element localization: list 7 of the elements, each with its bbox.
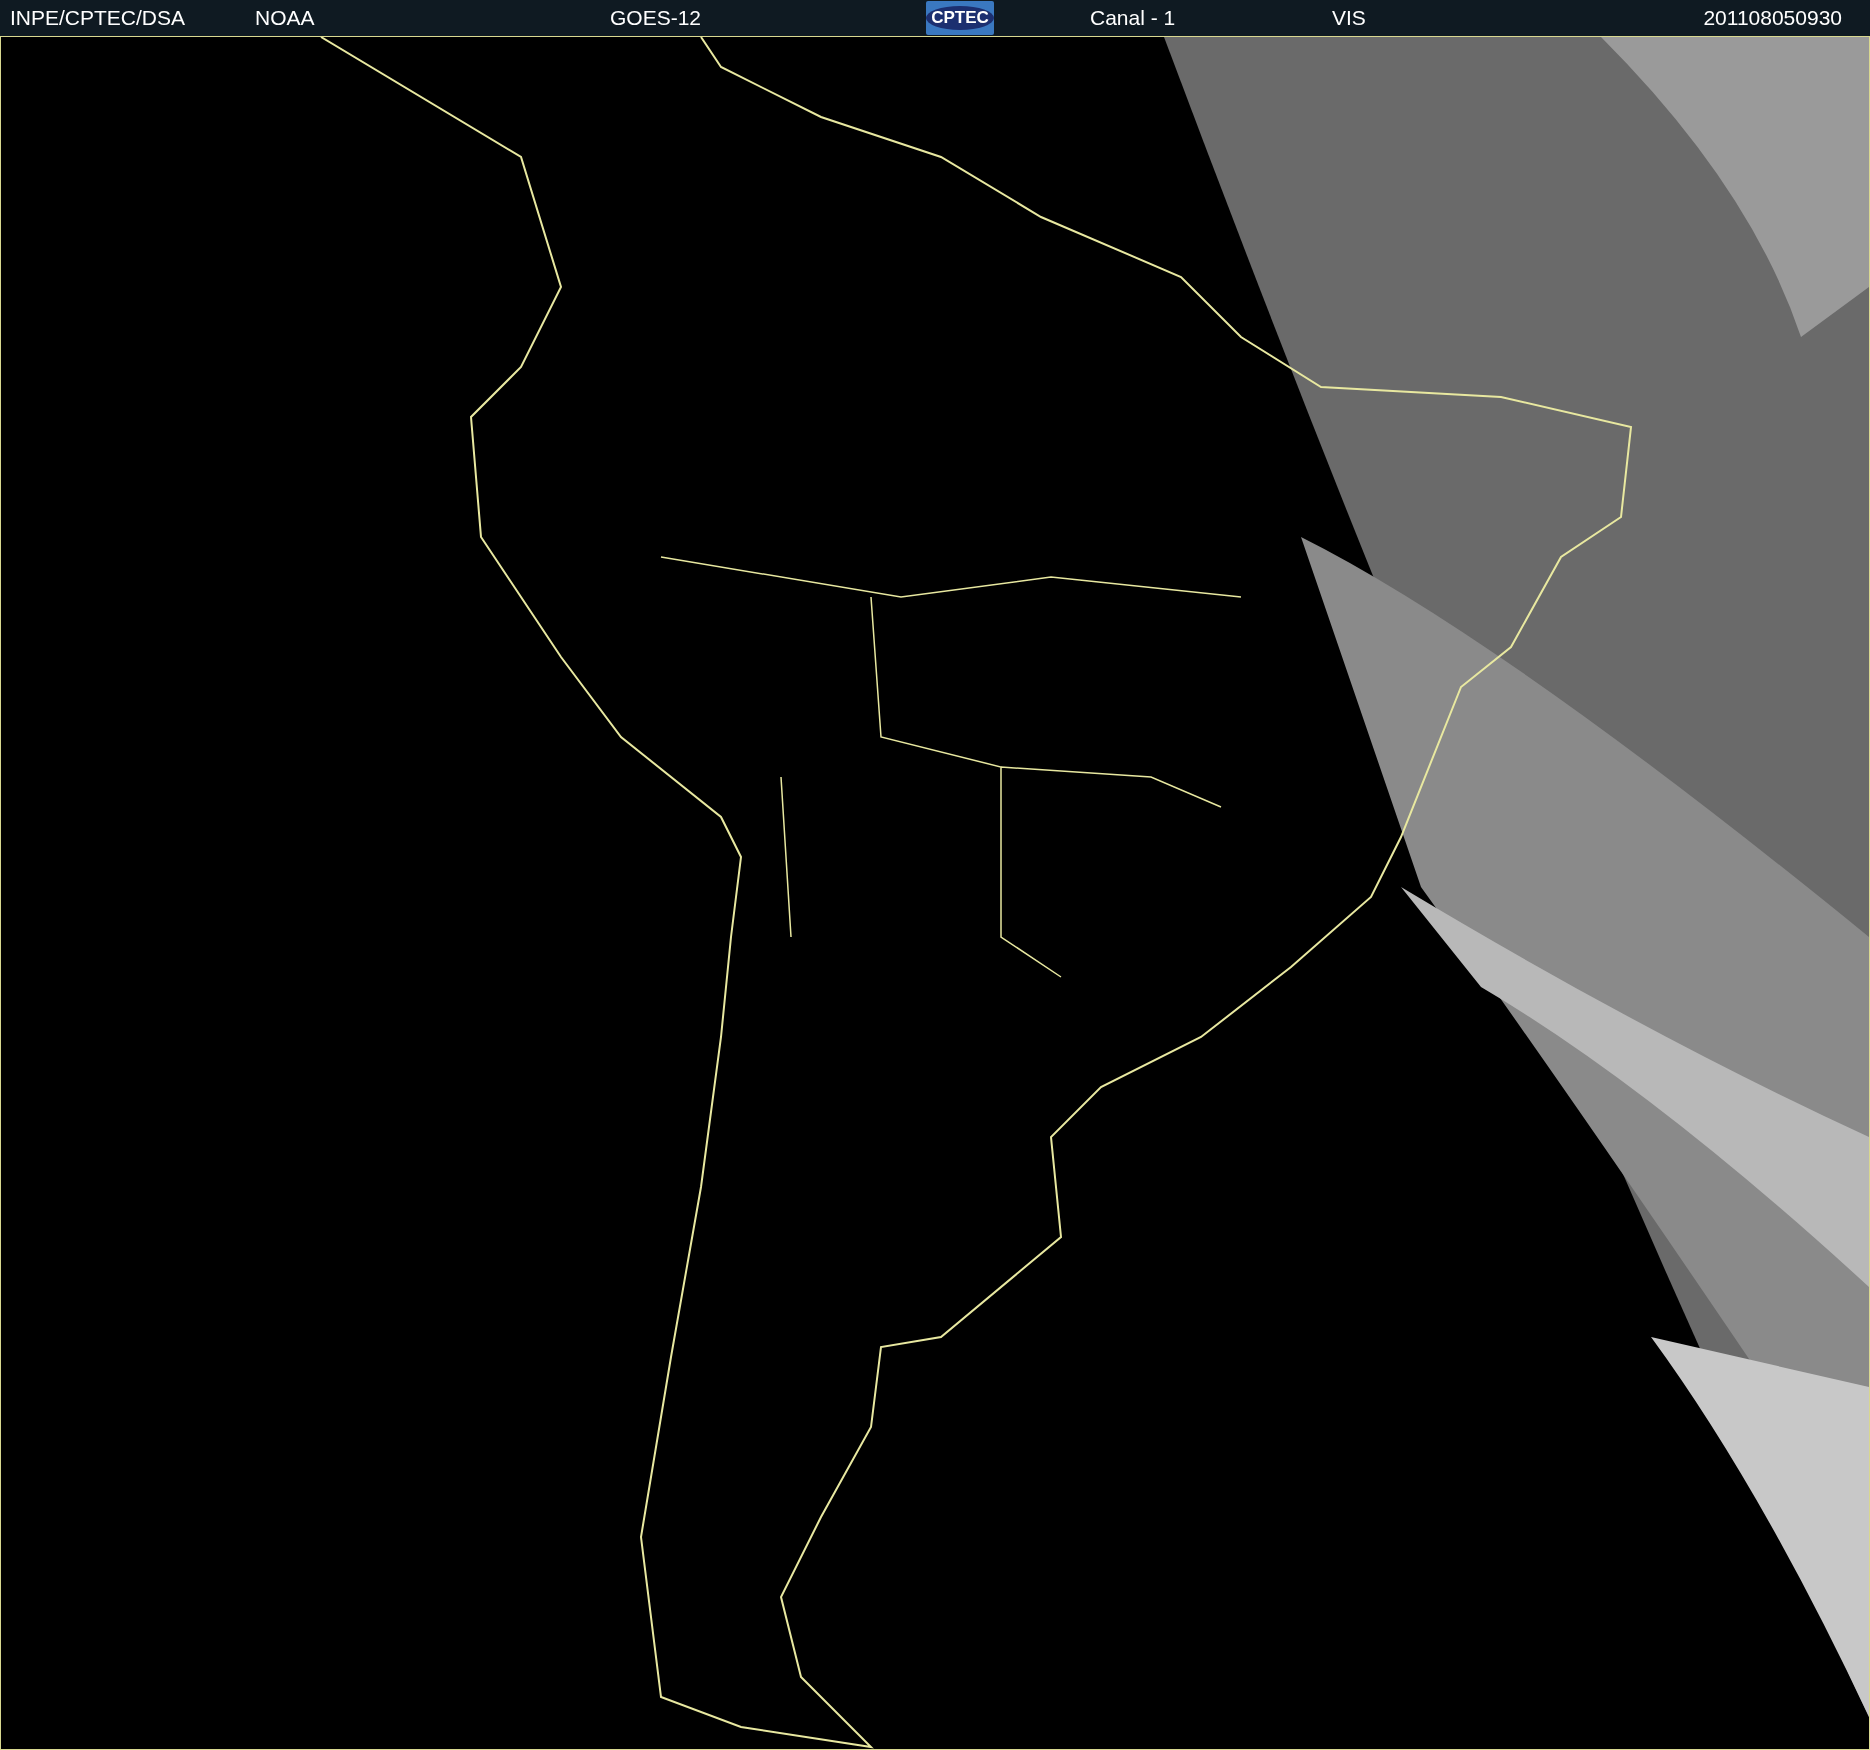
logo-badge: CPTEC bbox=[926, 1, 994, 35]
header-label: NOAA bbox=[255, 6, 316, 30]
header-label: Canal - 1 bbox=[1090, 6, 1177, 30]
header-label: INPE/CPTEC/DSA bbox=[10, 6, 187, 30]
header-label: 201108050930 bbox=[1703, 6, 1842, 30]
header-label: GOES-12 bbox=[610, 6, 703, 30]
header-label: VIS bbox=[1332, 6, 1367, 30]
